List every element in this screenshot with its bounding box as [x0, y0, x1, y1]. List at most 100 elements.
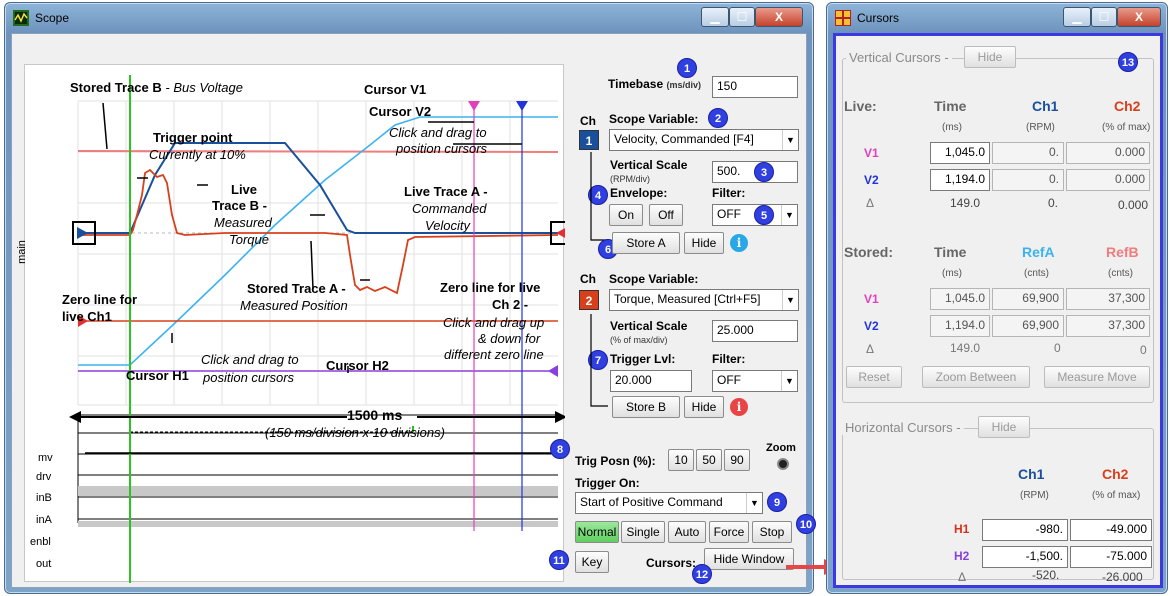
info-icon-ch1[interactable]: i — [730, 234, 748, 252]
cursor-v1-marker — [468, 101, 480, 111]
digital-label-enbl: enbl — [30, 536, 51, 548]
maximize-button[interactable]: ☐ — [729, 7, 755, 27]
h1-ch1-value[interactable]: -980. — [982, 519, 1068, 541]
live-delta-time: 149.0 — [950, 196, 981, 210]
chevron-down-icon: ▼ — [782, 290, 798, 310]
mode-normal-button[interactable]: Normal — [575, 521, 619, 543]
store-a-button[interactable]: Store A — [612, 232, 680, 254]
stored-col-a-unit: (cnts) — [1024, 268, 1049, 279]
live-delta-ch1: 0. — [1048, 196, 1059, 210]
ch1-envelope-on-button[interactable]: On — [609, 204, 643, 226]
horizontal-col-ch1: Ch1 — [1018, 466, 1045, 482]
ch1-scope-variable-select[interactable]: Velocity, Commanded [F4] ▼ — [609, 129, 799, 151]
ch1-envelope-off-button[interactable]: Off — [649, 204, 683, 226]
zero-ch1-marker — [77, 227, 88, 239]
badge-13: 13 — [1118, 52, 1138, 72]
scope-title-bar[interactable]: Scope ▁ ☐ X — [5, 3, 813, 33]
annotation-live-a-2: Commanded — [412, 201, 487, 216]
mode-force-button[interactable]: Force — [709, 521, 749, 543]
ch2-hide-button[interactable]: Hide — [684, 396, 724, 418]
timebase-input[interactable]: 150 — [712, 76, 798, 98]
cursor-v2-marker — [516, 101, 528, 111]
annotation-span-note: (150 ms/division x 10 divisions) — [265, 425, 445, 440]
annotation-click-drag-1: Click and drag to — [389, 125, 487, 140]
h1-ch2-value[interactable]: -49.000 — [1070, 519, 1152, 541]
vertical-hide-button[interactable]: Hide — [964, 46, 1016, 68]
ch2-scope-variable-select[interactable]: Torque, Measured [Ctrl+F5] ▼ — [609, 289, 799, 311]
cursors-minimize-button[interactable]: ▁ — [1063, 7, 1091, 27]
ch2-scope-variable-label: Scope Variable: — [609, 272, 699, 286]
ch1-hide-button[interactable]: Hide — [684, 232, 724, 254]
ch2-filter-select[interactable]: OFF ▼ — [712, 370, 798, 392]
badge-8: 8 — [550, 439, 570, 459]
horizontal-hide-button[interactable]: Hide — [978, 416, 1030, 438]
ch1-vertical-scale-label: Vertical Scale — [610, 158, 688, 172]
cursors-maximize-button[interactable]: ☐ — [1091, 7, 1117, 27]
chevron-down-icon: ▼ — [782, 130, 798, 150]
hide-window-button[interactable]: Hide Window — [704, 548, 794, 570]
minimize-button[interactable]: ▁ — [701, 7, 729, 27]
stored-row-v1-label: V1 — [864, 292, 879, 306]
badge-10: 10 — [796, 514, 816, 534]
stored-col-time: Time — [934, 244, 967, 260]
maximize-icon: ☐ — [736, 10, 748, 24]
ch2-header: Ch — [580, 272, 596, 286]
annotation-cursor-v1: Cursor V1 — [364, 82, 427, 97]
badge-12: 12 — [692, 564, 712, 584]
horizontal-cursors-title: Horizontal Cursors - — [842, 420, 964, 435]
h2-ch2-value[interactable]: -75.000 — [1070, 546, 1152, 568]
ch1-number-box[interactable]: 1 — [579, 130, 599, 150]
close-icon: X — [1134, 10, 1143, 24]
ch2-number-box[interactable]: 2 — [579, 290, 599, 310]
trig-posn-50-button[interactable]: 50 — [696, 449, 722, 471]
annotation-live-a-3: Velocity — [425, 218, 471, 233]
live-v2-ch1: 0. — [992, 169, 1064, 191]
mode-stop-button[interactable]: Stop — [752, 521, 792, 543]
h2-ch1-value[interactable]: -1,500. — [982, 546, 1068, 568]
stored-delta-b: 0 — [1140, 343, 1147, 357]
out-bar — [78, 521, 558, 527]
annotation-zero-ch1-2: live Ch1 — [62, 309, 112, 324]
live-label: Live: — [844, 98, 877, 114]
ch2-trigger-lvl-input[interactable]: 20.000 — [610, 370, 692, 392]
annotation-zero-ch1-1: Zero line for — [62, 292, 138, 307]
badge-1: 1 — [677, 58, 697, 78]
chevron-down-icon: ▼ — [746, 493, 762, 513]
mode-single-button[interactable]: Single — [621, 521, 665, 543]
minimize-icon: ▁ — [1072, 10, 1082, 24]
stored-v1-a: 69,900 — [992, 288, 1064, 310]
cursors-close-button[interactable]: X — [1117, 7, 1161, 27]
timebase-label: Timebase (ms/div) — [608, 77, 702, 91]
stored-col-time-unit: (ms) — [942, 268, 962, 279]
key-button[interactable]: Key — [575, 551, 609, 573]
trig-posn-10-button[interactable]: 10 — [668, 449, 694, 471]
ch2-vertical-scale-input[interactable]: 25.000 — [712, 320, 798, 342]
ch1-envelope-label: Envelope: — [610, 186, 668, 200]
ch1-vertical-scale-unit: (RPM/div) — [610, 174, 650, 184]
store-b-button[interactable]: Store B — [612, 396, 680, 418]
zoom-between-button[interactable]: Zoom Between — [922, 366, 1030, 388]
digital-label-ina: inA — [36, 514, 52, 526]
live-row-delta-label: Δ — [866, 196, 875, 210]
badge-3: 3 — [754, 162, 774, 182]
horizontal-col-ch2-unit: (% of max) — [1092, 490, 1141, 501]
horizontal-delta-ch2: -26.000 — [1102, 570, 1143, 584]
stored-v2-b: 37,300 — [1066, 315, 1150, 337]
close-button[interactable]: X — [755, 7, 803, 27]
digital-label-inb: inB — [36, 492, 52, 504]
mode-auto-button[interactable]: Auto — [668, 521, 706, 543]
annotation-stored-b: Stored Trace B - Bus Voltage — [70, 80, 243, 95]
trigger-on-select[interactable]: Start of Positive Command ▼ — [575, 492, 763, 514]
stored-v2-time: 1,194.0 — [930, 315, 990, 337]
trig-posn-90-button[interactable]: 90 — [724, 449, 750, 471]
stored-col-refb: RefB — [1106, 244, 1139, 260]
info-icon-ch2[interactable]: i — [730, 398, 748, 416]
zoom-label: Zoom — [766, 442, 796, 454]
live-row-v1-label: V1 — [864, 146, 879, 160]
live-delta-ch2: 0.000 — [1118, 198, 1149, 212]
zoom-icon[interactable] — [777, 458, 789, 470]
stored-v1-time: 1,045.0 — [930, 288, 990, 310]
reset-button[interactable]: Reset — [846, 366, 902, 388]
measure-move-button[interactable]: Measure Move — [1044, 366, 1150, 388]
cursors-title-bar[interactable]: Cursors ▁ ☐ X — [827, 3, 1167, 33]
